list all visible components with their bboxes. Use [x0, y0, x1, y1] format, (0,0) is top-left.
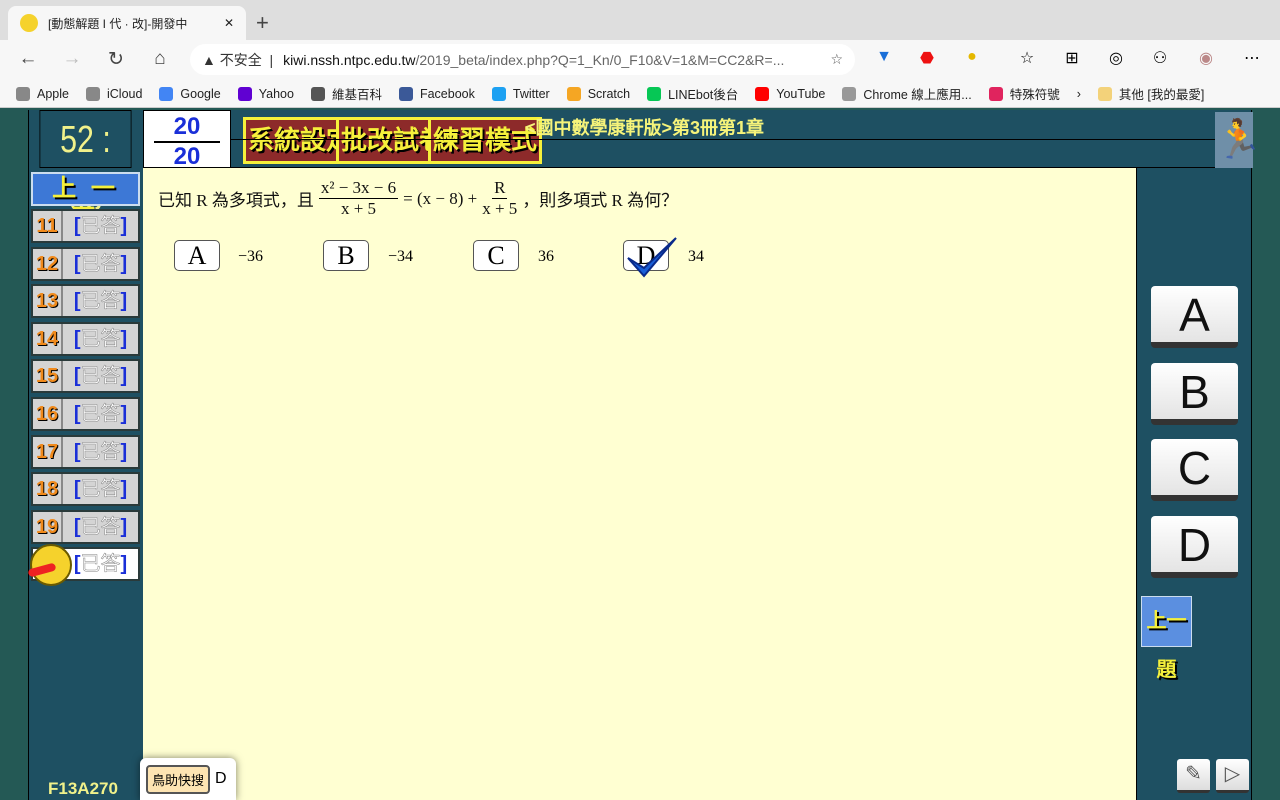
- answer-d-button[interactable]: D: [1151, 516, 1238, 578]
- bird-favicon-icon: [20, 14, 38, 32]
- question-status: [已答]: [63, 474, 138, 505]
- share-icon[interactable]: ⚇: [1148, 48, 1172, 68]
- browser-tab[interactable]: [動態解題 I 代 · 改]-開發中 ✕: [8, 6, 246, 40]
- option-c-value: 36: [538, 248, 554, 265]
- exit-icon[interactable]: 🏃: [1215, 112, 1262, 168]
- option-d-value: 34: [688, 248, 704, 265]
- option-c[interactable]: C: [473, 240, 519, 271]
- question-status: [已答]: [63, 436, 138, 467]
- add-favorite-icon[interactable]: ☆: [830, 51, 843, 68]
- bookmark[interactable]: Apple: [16, 86, 69, 101]
- prev-page-button[interactable]: 上 一 頁: [31, 172, 140, 232]
- warning-icon: ▲: [202, 51, 216, 68]
- question-status: [已答]: [63, 549, 138, 580]
- question-number: 17: [33, 436, 63, 467]
- option-a[interactable]: A: [174, 240, 220, 271]
- question-nav-item[interactable]: 15 [已答]: [31, 359, 140, 394]
- bookmarks-overflow-icon[interactable]: ›: [1077, 87, 1081, 101]
- extension-icon[interactable]: ▼: [872, 48, 896, 66]
- question-number: 15: [33, 361, 63, 392]
- question-status: [已答]: [63, 361, 138, 392]
- more-icon[interactable]: ⋯: [1240, 48, 1264, 68]
- question-number: 14: [33, 323, 63, 354]
- question-number: 19: [33, 511, 63, 542]
- answer-b-button[interactable]: B: [1151, 363, 1238, 425]
- checkmark-icon: [627, 237, 677, 278]
- answer-a-button[interactable]: A: [1151, 286, 1238, 348]
- favorites-icon[interactable]: ☆: [1015, 48, 1039, 68]
- play-icon[interactable]: ▷: [1216, 759, 1249, 793]
- profile-avatar[interactable]: ◉: [1194, 48, 1218, 68]
- answer-c-button[interactable]: C: [1151, 439, 1238, 501]
- bookmark[interactable]: LINEbot後台: [647, 84, 738, 103]
- option-a-value: −36: [238, 248, 264, 265]
- new-tab-button[interactable]: +: [256, 10, 269, 36]
- option-b-value: −34: [388, 248, 414, 265]
- question-status: [已答]: [63, 511, 138, 542]
- option-b[interactable]: B: [323, 240, 369, 271]
- bird-extension-icon[interactable]: ●: [960, 48, 984, 66]
- question-nav-item[interactable]: 11 [已答]: [31, 209, 140, 243]
- question-text: 已知 R 為多項式，且 x² − 3x − 6x + 5 = (x − 8) +…: [158, 178, 679, 218]
- fraction: x² − 3x − 6x + 5: [318, 178, 399, 218]
- adblock-icon[interactable]: ⬣: [915, 48, 939, 68]
- screenshot-icon[interactable]: ◎: [1104, 48, 1128, 68]
- nav-bar: ← → ↻ ⌂ ▲ 不安全 | kiwi.nssh.ntpc.edu.tw/201…: [0, 40, 1280, 80]
- question-number: 11: [33, 211, 63, 241]
- question-code: F13A270: [48, 779, 118, 798]
- quick-search-panel: 鳥助快搜 D: [140, 758, 236, 800]
- question-number: 18: [33, 474, 63, 505]
- score: 20 20: [143, 110, 231, 170]
- bookmark[interactable]: 維基百科: [310, 84, 382, 103]
- pen-icon[interactable]: ✎: [1177, 759, 1210, 793]
- prev-question-button[interactable]: 上一題: [1141, 596, 1192, 681]
- forward-icon[interactable]: →: [60, 48, 84, 70]
- bookmark[interactable]: Google: [159, 86, 221, 101]
- question-nav-item[interactable]: 13 [已答]: [31, 284, 140, 319]
- question-nav-item[interactable]: 19 [已答]: [31, 509, 140, 544]
- address-bar[interactable]: ▲ 不安全 | kiwi.nssh.ntpc.edu.tw/2019_beta/i…: [190, 44, 855, 75]
- quick-search-value: D: [215, 770, 227, 787]
- bookmark[interactable]: Scratch: [566, 86, 630, 101]
- question-nav-item[interactable]: 17 [已答]: [31, 434, 140, 469]
- bookmark[interactable]: Yahoo: [237, 86, 294, 101]
- close-tab-icon[interactable]: ✕: [224, 16, 234, 30]
- chapter-title: <國中數學康軒版>第3冊第1章: [525, 118, 765, 138]
- bookmark[interactable]: YouTube: [755, 86, 825, 101]
- other-bookmarks-folder[interactable]: 其他 [我的最愛]: [1097, 84, 1204, 103]
- question-status: [已答]: [63, 286, 138, 317]
- bookmark[interactable]: Twitter: [491, 86, 550, 101]
- home-icon[interactable]: ⌂: [148, 48, 172, 70]
- question-number: 16: [33, 399, 63, 429]
- bird-mascot-icon: [30, 544, 72, 586]
- question-status: [已答]: [63, 399, 138, 429]
- url-path: /2019_beta/index.php?Q=1_Kn/0_F10&V=1&M=…: [415, 51, 785, 68]
- bookmark[interactable]: Facebook: [398, 86, 475, 101]
- question-nav-item[interactable]: 12 [已答]: [31, 246, 140, 281]
- question-nav-item[interactable]: 16 [已答]: [31, 397, 140, 431]
- collections-icon[interactable]: ⊞: [1060, 48, 1084, 68]
- back-icon[interactable]: ←: [16, 48, 40, 70]
- question-nav-item[interactable]: 18 [已答]: [31, 472, 140, 507]
- url-domain: kiwi.nssh.ntpc.edu.tw: [283, 51, 416, 68]
- bookmarks-bar: Apple iCloud Google Yahoo 維基百科 Facebook …: [0, 80, 1280, 108]
- tab-title: [動態解題 I 代 · 改]-開發中: [48, 16, 188, 31]
- question-status: [已答]: [63, 211, 138, 241]
- quick-search-button[interactable]: 鳥助快搜: [146, 764, 211, 794]
- timer: 52 : 03: [39, 110, 132, 219]
- question-number: 13: [33, 286, 63, 317]
- bookmark[interactable]: Chrome 線上應用...: [842, 84, 972, 103]
- question-nav-item[interactable]: 14 [已答]: [31, 321, 140, 356]
- question-status: [已答]: [63, 323, 138, 354]
- question-number: 12: [33, 248, 63, 279]
- question-status: [已答]: [63, 248, 138, 279]
- security-label: 不安全: [219, 51, 262, 68]
- bookmark[interactable]: 特殊符號: [988, 84, 1060, 103]
- reload-icon[interactable]: ↻: [104, 48, 128, 71]
- fraction: Rx + 5: [482, 178, 518, 218]
- bookmark[interactable]: iCloud: [85, 86, 142, 101]
